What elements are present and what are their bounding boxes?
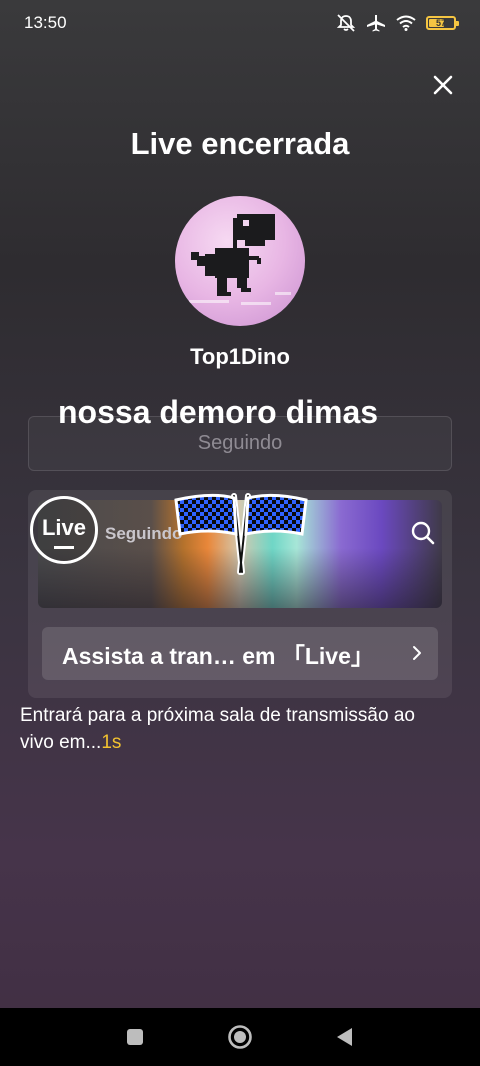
live-logo-label: Live [41,515,87,540]
battery-level: 57 [435,18,446,28]
dino-avatar-image [189,214,291,305]
tab-following[interactable]: Seguindo [105,524,182,544]
following-label: Seguindo [197,432,283,454]
page-title: Live encerrada [130,126,350,161]
nav-home-icon[interactable] [227,1024,253,1050]
watch-live-label: Assista a tran… em 「Live」 [62,642,374,669]
system-nav-bar [0,1008,480,1066]
countdown-text: Entrará para a próxima sala de transmiss… [20,705,415,753]
chevron-right-icon [413,646,421,660]
battery-icon: 57 [426,16,459,30]
nav-back-icon[interactable] [334,1026,354,1048]
airplane-icon [367,15,385,32]
user-caption: nossa demoro dimas [58,394,379,430]
status-bar: 13:50 57 [0,0,480,46]
live-logo-underline [54,546,74,549]
status-icons: 57 [336,14,459,32]
search-icon[interactable] [410,520,436,546]
checkered-flags-icon [174,493,308,575]
nav-square-icon[interactable] [126,1028,144,1046]
close-icon[interactable] [428,70,458,100]
dino-avatar[interactable] [175,196,305,326]
watch-live-button[interactable]: Assista a tran… em 「Live」 [42,627,438,680]
next-room-countdown: Entrará para a próxima sala de transmiss… [20,702,440,756]
countdown-seconds: 1s [101,732,122,753]
live-logo: Live [30,496,98,564]
username: Top1Dino [190,344,290,369]
status-time: 13:50 [24,13,67,32]
mute-icon [336,14,356,32]
wifi-icon [396,15,416,31]
